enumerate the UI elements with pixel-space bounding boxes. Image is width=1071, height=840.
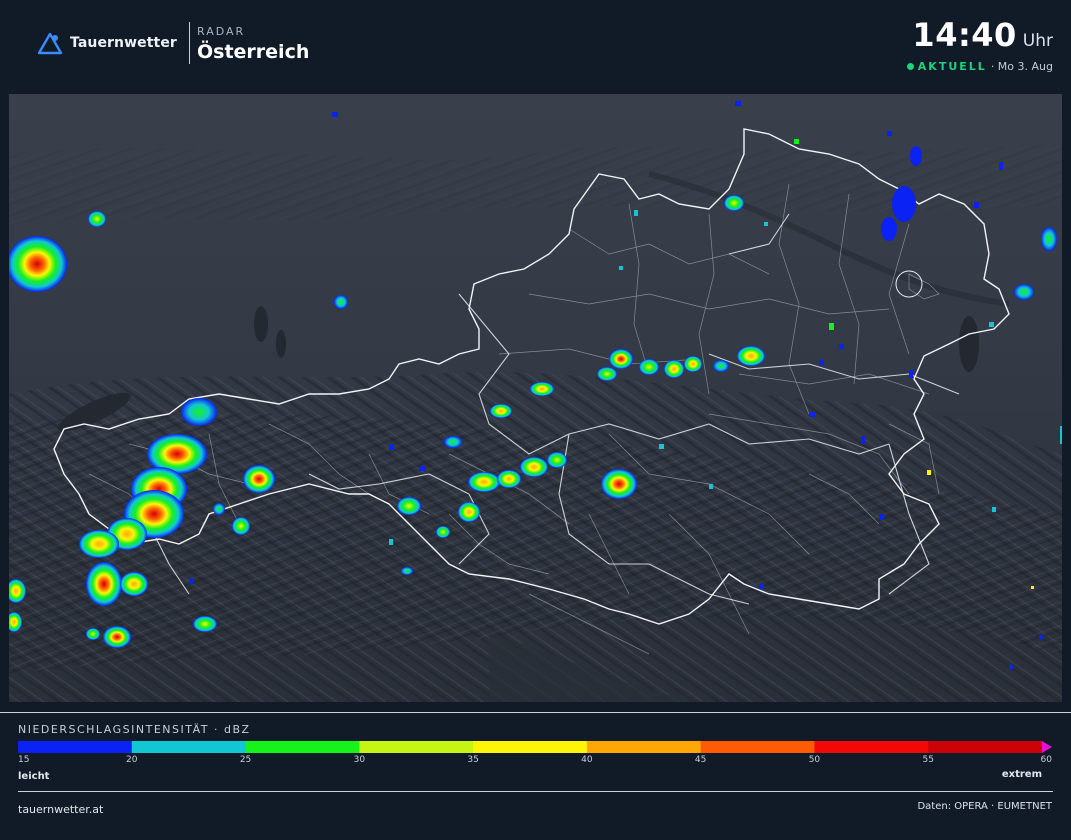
header-divider: [189, 22, 190, 64]
data-credit: Daten: OPERA · EUMETNET: [917, 801, 1052, 812]
color-scale: [18, 741, 1052, 753]
site-link[interactable]: tauernwetter.at: [18, 803, 103, 816]
scale-band-9: [928, 741, 1043, 753]
scale-tick-label: 55: [922, 755, 934, 765]
radar-map-canvas[interactable]: [9, 94, 1062, 702]
current-time: 14:40: [912, 16, 1017, 54]
scale-tick-label: 40: [581, 755, 593, 765]
scale-overflow-arrow-icon: [1042, 741, 1052, 753]
scale-tick-label: 50: [808, 755, 821, 765]
legend-title: NIEDERSCHLAGSINTENSITÄT · dBZ: [18, 723, 251, 736]
section-kicker: RADAR: [197, 25, 246, 38]
status-label: AKTUELL: [917, 60, 987, 73]
scale-tick-label: 25: [239, 755, 252, 765]
time-unit: Uhr: [1022, 31, 1053, 51]
current-date: · Mo 3. Aug: [990, 60, 1053, 73]
color-scale-ticks: 15 20 25 30 35 40 45 50 55 60: [18, 755, 1052, 767]
mountain-triangle-icon: [37, 32, 63, 55]
scale-tick-label: 20: [126, 755, 138, 765]
color-scale-bar: [18, 741, 1052, 753]
scale-band-7: [700, 741, 815, 753]
scale-tick-label: 35: [467, 755, 479, 765]
radar-map[interactable]: [9, 94, 1062, 702]
legend-separator: [0, 712, 1071, 713]
brand-name: Tauernwetter: [70, 35, 177, 51]
time-row: 14:40 Uhr: [907, 16, 1053, 54]
scale-band-2: [131, 741, 247, 753]
scale-band-6: [586, 741, 702, 753]
scale-max-label: extrem: [1001, 769, 1042, 780]
scale-tick-label: 30: [353, 755, 366, 765]
page-title: Österreich: [197, 41, 310, 63]
scale-tick-label: 60: [1040, 755, 1052, 765]
clock: 14:40 Uhr AKTUELL · Mo 3. Aug: [906, 16, 1053, 73]
scale-band-4: [359, 741, 474, 753]
brand-logo[interactable]: Tauernwetter: [36, 30, 177, 56]
scale-band-3: [245, 741, 360, 753]
section-heading: RADAR Österreich: [197, 25, 309, 63]
live-dot-icon: [906, 63, 914, 70]
scale-tick-label: 15: [18, 755, 30, 765]
scale-tick-label: 45: [694, 755, 707, 765]
scale-band-8: [814, 741, 929, 753]
footer-separator: [18, 791, 1053, 792]
header: Tauernwetter RADAR Österreich 14:40 Uhr …: [0, 0, 1071, 92]
scale-min-label: leicht: [18, 771, 50, 782]
scale-band-5: [473, 741, 588, 753]
scale-band-1: [18, 741, 133, 753]
status-row: AKTUELL · Mo 3. Aug: [906, 60, 1053, 73]
